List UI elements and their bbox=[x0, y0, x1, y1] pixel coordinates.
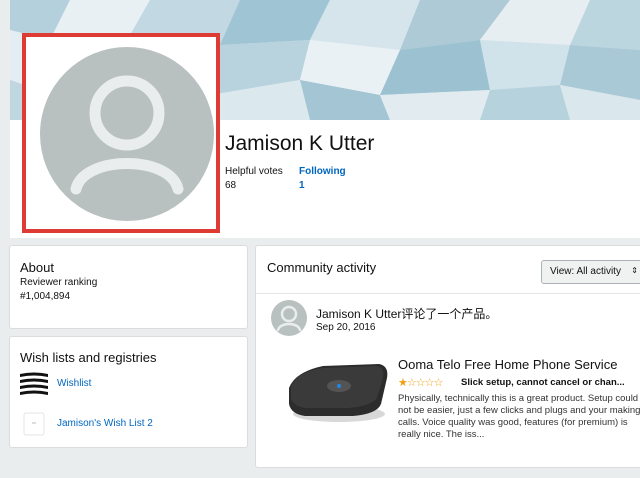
rating-stars: ★☆☆☆☆ bbox=[398, 376, 443, 389]
activity-filter-select[interactable]: View: All activity ⇕ bbox=[541, 260, 640, 284]
select-chevron-icon: ⇕ bbox=[631, 266, 638, 275]
following-count[interactable]: 1 bbox=[299, 180, 305, 191]
wishlist-stripes-icon bbox=[19, 372, 49, 396]
user-silhouette-icon bbox=[276, 305, 302, 332]
helpful-votes-label: Helpful votes bbox=[225, 166, 283, 177]
post-author-avatar[interactable] bbox=[271, 300, 307, 336]
profile-avatar[interactable] bbox=[40, 47, 214, 221]
product-image[interactable] bbox=[283, 352, 391, 428]
wishlist-link-2[interactable]: Jamison's Wish List 2 bbox=[57, 418, 153, 429]
about-card: About Reviewer ranking #1,004,894 bbox=[9, 245, 248, 329]
profile-name: Jamison K Utter bbox=[225, 132, 375, 155]
review-body: Physically, technically this is a great … bbox=[398, 393, 640, 440]
avatar-highlight-frame bbox=[22, 33, 220, 233]
post-author-action[interactable]: Jamison K Utter评论了一个产品。 bbox=[316, 305, 497, 322]
reviewer-ranking-label: Reviewer ranking bbox=[20, 277, 98, 288]
review-title[interactable]: Slick setup, cannot cancel or chan... bbox=[461, 377, 640, 388]
community-activity-title: Community activity bbox=[267, 260, 377, 275]
section-divider bbox=[256, 293, 640, 294]
community-activity-card: Community activity View: All activity ⇕ … bbox=[255, 245, 640, 468]
wishlist-blank-icon bbox=[19, 412, 49, 436]
wishlist-link-1[interactable]: Wishlist bbox=[57, 378, 91, 389]
star-empty-icon: ☆☆☆☆ bbox=[406, 377, 443, 389]
about-title: About bbox=[20, 260, 54, 275]
wishlists-title: Wish lists and registries bbox=[20, 350, 157, 365]
reviewer-ranking-value: #1,004,894 bbox=[20, 291, 71, 302]
post-date: Sep 20, 2016 bbox=[316, 322, 376, 333]
wishlists-card: Wish lists and registries Wishlist Jamis… bbox=[9, 336, 248, 448]
user-silhouette-icon bbox=[70, 75, 184, 195]
product-title-link[interactable]: Ooma Telo Free Home Phone Service bbox=[398, 357, 617, 372]
helpful-votes-value: 68 bbox=[225, 180, 237, 191]
following-link[interactable]: Following bbox=[299, 166, 346, 177]
star-filled-icon: ★ bbox=[398, 377, 408, 389]
activity-filter-label: View: All activity bbox=[550, 266, 621, 277]
